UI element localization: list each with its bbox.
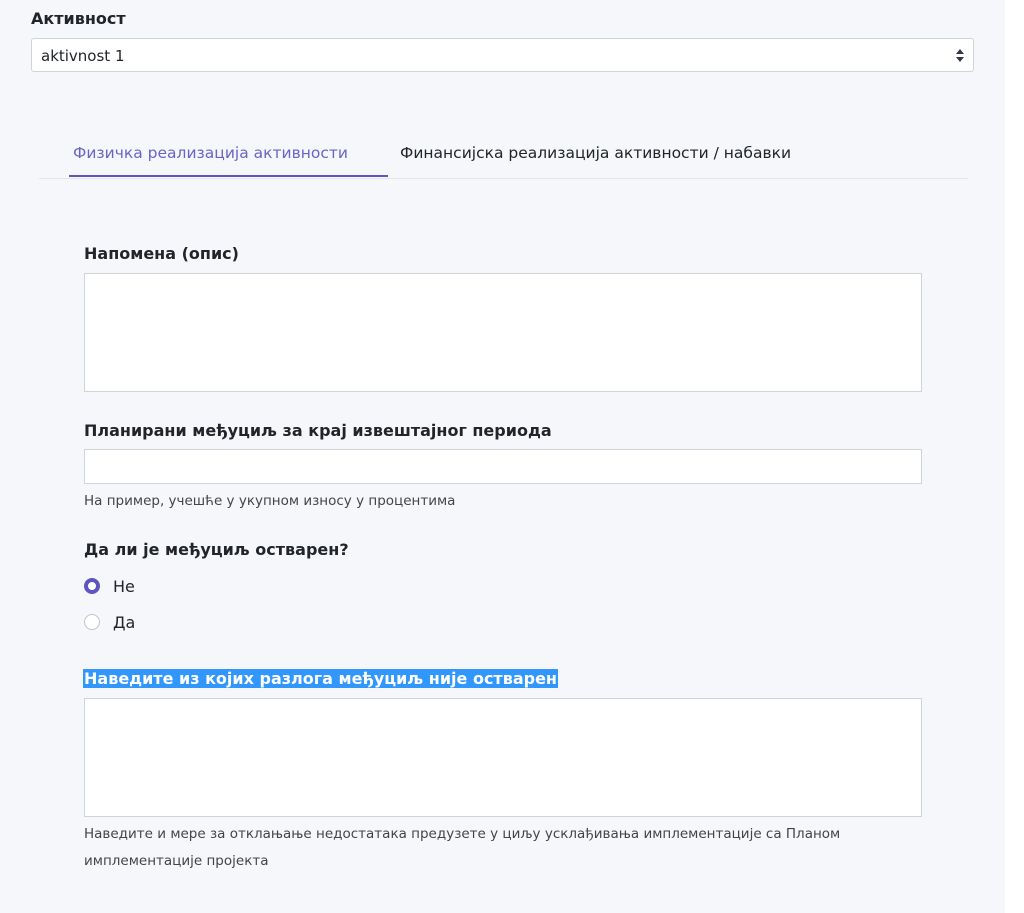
radio-label-yes: Да [113, 613, 136, 632]
reason-textarea[interactable] [84, 698, 922, 817]
reason-label-text: Наведите из којих разлога међуциљ није о… [83, 669, 558, 688]
activity-label: Активност [31, 9, 126, 28]
tab-bar: Физичка реализација активности Финансијс… [39, 138, 968, 179]
reason-label: Наведите из којих разлога међуциљ није о… [83, 669, 558, 688]
milestone-input[interactable] [84, 449, 922, 484]
activity-select-value: aktivnost 1 [41, 47, 125, 65]
select-arrows-icon [956, 49, 964, 62]
milestone-help: На пример, учешће у укупном износу у про… [84, 493, 456, 509]
radio-label-no: Не [113, 577, 135, 596]
tab-financial-realization[interactable]: Финансијска реализација активности / наб… [400, 144, 791, 177]
note-label: Напомена (опис) [84, 244, 239, 263]
radio-checked-icon[interactable] [84, 578, 100, 594]
tab-physical-realization[interactable]: Физичка реализација активности [69, 144, 388, 177]
milestone-label: Планирани међуциљ за крај извештајног пе… [84, 421, 552, 440]
radio-unchecked-icon[interactable] [84, 614, 100, 630]
reason-help: Наведите и мере за отклањање недостатака… [84, 826, 841, 869]
form-panel: Активност aktivnost 1 Физичка реализациј… [0, 0, 1005, 913]
achieved-label: Да ли је међуциљ остварен? [84, 540, 349, 559]
activity-select[interactable]: aktivnost 1 [31, 38, 974, 72]
note-textarea[interactable] [84, 273, 922, 392]
